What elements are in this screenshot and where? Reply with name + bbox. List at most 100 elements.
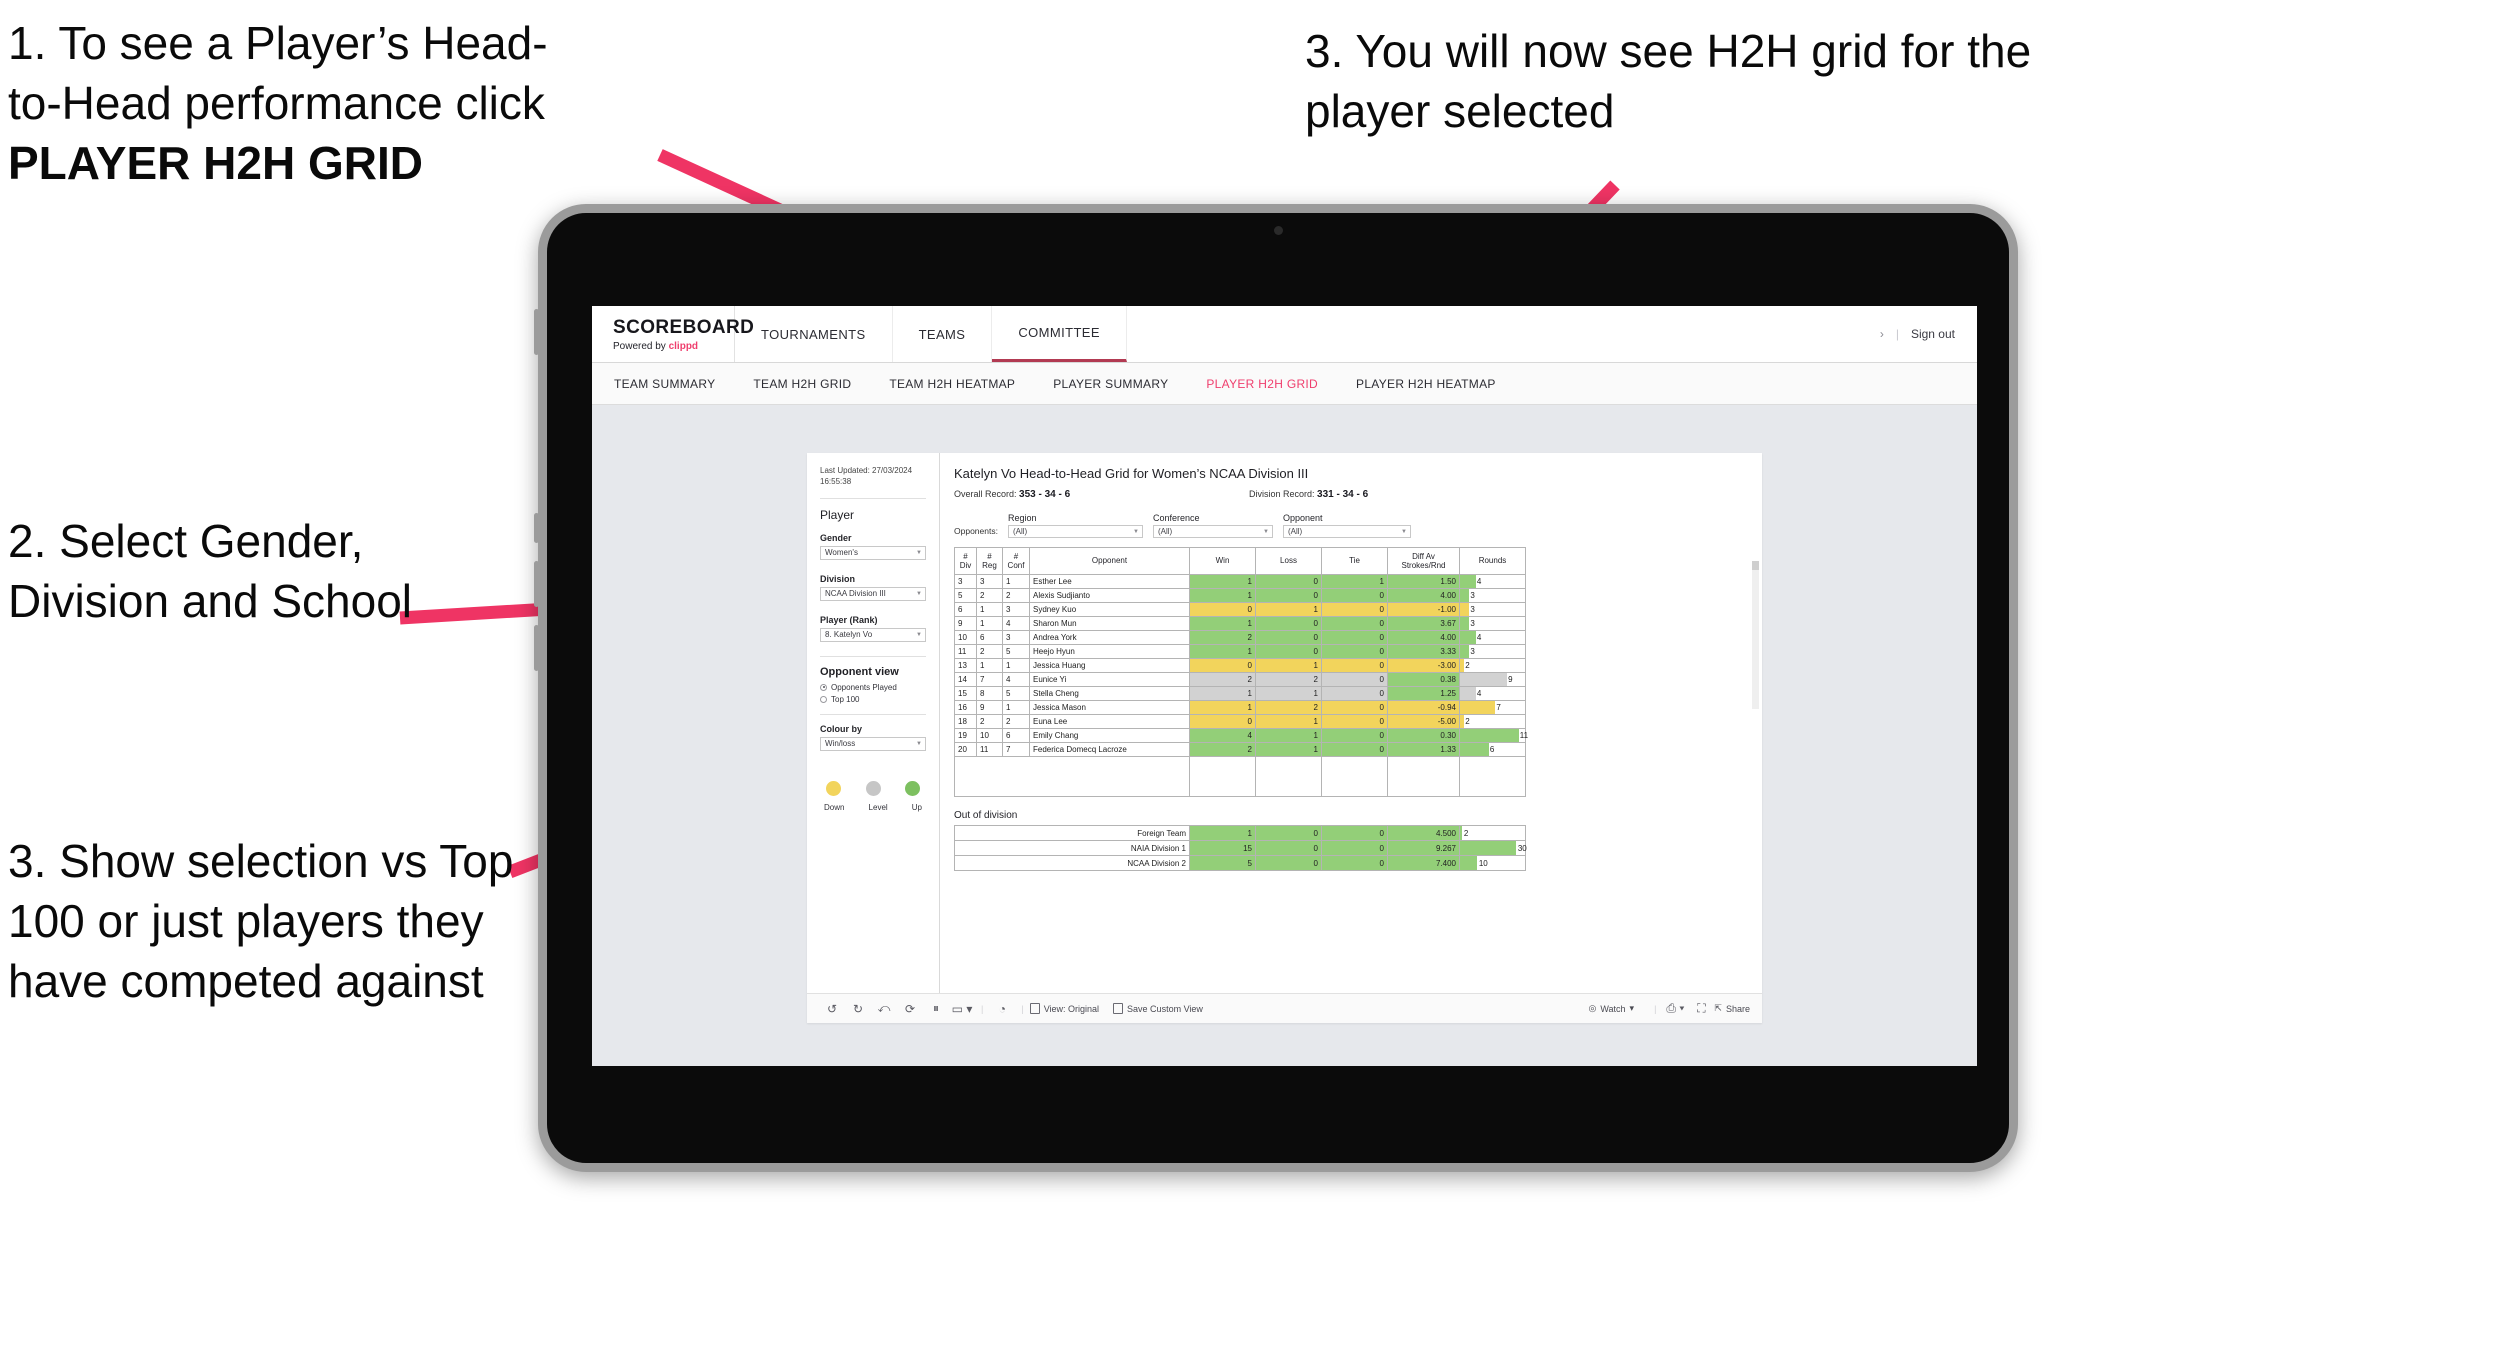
table-row[interactable]: 11 2 5 Heejo Hyun 1 0 0 3.33 3 bbox=[954, 644, 1526, 659]
cell-loss: 1 bbox=[1255, 602, 1322, 617]
pause-updates-icon[interactable]: ⏸ bbox=[923, 1001, 949, 1016]
radio-opponents-played[interactable]: Opponents Played bbox=[820, 683, 926, 692]
out-of-division-row[interactable]: NCAA Division 2 5 0 0 7.400 10 bbox=[954, 855, 1526, 871]
colour-by-select[interactable]: Win/loss ▼ bbox=[820, 736, 926, 751]
scrollbar-thumb[interactable] bbox=[1752, 561, 1759, 570]
cell-conf: 2 bbox=[1002, 714, 1030, 729]
tab-player-h2h-heatmap[interactable]: PLAYER H2H HEATMAP bbox=[1356, 377, 1496, 391]
cell-tie: 0 bbox=[1321, 602, 1388, 617]
nav-item-tournaments[interactable]: TOURNAMENTS bbox=[735, 306, 893, 362]
th-div-l1: # bbox=[963, 551, 968, 561]
rounds-value: 3 bbox=[1470, 591, 1475, 600]
cell-loss: 0 bbox=[1255, 588, 1322, 603]
save-custom-view-label: Save Custom View bbox=[1127, 1003, 1203, 1014]
rounds-bar bbox=[1460, 701, 1496, 714]
table-vertical-scrollbar[interactable] bbox=[1752, 561, 1759, 709]
division-select[interactable]: NCAA Division III ▼ bbox=[820, 586, 926, 601]
table-row[interactable]: 19 10 6 Emily Chang 4 1 0 0.30 11 bbox=[954, 728, 1528, 743]
th-win: Win bbox=[1189, 547, 1256, 575]
conference-select[interactable]: (All) ▼ bbox=[1152, 525, 1273, 538]
brand-logo[interactable]: SCOREBOARD Powered by clippd bbox=[592, 306, 754, 362]
cell-win: 1 bbox=[1189, 644, 1256, 659]
rounds-value: 4 bbox=[1476, 633, 1482, 642]
undo-icon[interactable]: ↺ bbox=[819, 1002, 845, 1016]
revert-icon[interactable]: ⤺ bbox=[871, 1001, 897, 1016]
cell-rounds: 4 bbox=[1459, 686, 1526, 701]
cell-rounds: 3 bbox=[1459, 616, 1526, 631]
table-row[interactable]: 16 9 1 Jessica Mason 1 2 0 -0.94 7 bbox=[954, 700, 1526, 715]
overall-record-value: 353 - 34 - 6 bbox=[1019, 489, 1071, 500]
cell-opponent: Stella Cheng bbox=[1029, 686, 1190, 701]
fullscreen-icon[interactable]: ⛶ bbox=[1688, 1001, 1714, 1016]
h2h-table-foot bbox=[954, 756, 1526, 797]
radio-on-icon bbox=[820, 683, 827, 691]
cell-win: 4 bbox=[1189, 728, 1256, 743]
division-record: Division Record: 331 - 34 - 6 bbox=[1249, 489, 1544, 500]
ood-cell-diff: 4.500 bbox=[1387, 825, 1460, 841]
gender-select[interactable]: Women's ▼ bbox=[820, 545, 926, 560]
table-row[interactable]: 9 1 4 Sharon Mun 1 0 0 3.67 3 bbox=[954, 616, 1526, 631]
opponent-filter: Opponent (All) ▼ bbox=[1282, 513, 1411, 538]
ood-cell-rounds: 30 bbox=[1459, 840, 1527, 856]
watch-button[interactable]: ◎ Watch ▾ bbox=[1589, 1003, 1635, 1014]
th-conf-l2: Conf bbox=[1007, 561, 1025, 570]
table-row[interactable]: 20 11 7 Federica Domecq Lacroze 2 1 0 1.33 6 bbox=[954, 742, 1526, 757]
table-row[interactable]: 5 2 2 Alexis Sudjianto 1 0 0 4.00 3 bbox=[954, 588, 1526, 603]
rounds-bar bbox=[1460, 673, 1507, 686]
tablet-side-button-2 bbox=[534, 513, 539, 543]
table-row[interactable]: 13 1 1 Jessica Huang 0 1 0 -3.00 2 bbox=[954, 658, 1526, 673]
region-select[interactable]: (All) ▼ bbox=[1007, 525, 1143, 538]
region-value: (All) bbox=[1012, 527, 1028, 536]
table-row[interactable]: 14 7 4 Eunice Yi 2 2 0 0.38 9 bbox=[954, 672, 1526, 687]
rounds-bar bbox=[1460, 645, 1470, 658]
player-rank-select[interactable]: 8. Katelyn Vo ▼ bbox=[820, 627, 926, 642]
cell-div: 5 bbox=[954, 588, 977, 603]
cell-div: 15 bbox=[954, 686, 977, 701]
chevron-down-icon: ▾ bbox=[1629, 1003, 1635, 1013]
redo-icon[interactable]: ↻ bbox=[845, 1002, 871, 1016]
out-of-division-title: Out of division bbox=[954, 810, 1018, 821]
tab-player-h2h-grid[interactable]: PLAYER H2H GRID bbox=[1206, 377, 1318, 391]
cell-loss: 0 bbox=[1255, 644, 1322, 659]
header-divider: | bbox=[1895, 327, 1899, 341]
tab-player-summary[interactable]: PLAYER SUMMARY bbox=[1053, 377, 1168, 391]
cell-reg: 9 bbox=[976, 700, 1003, 715]
save-custom-view-button[interactable]: Save Custom View bbox=[1113, 1003, 1203, 1014]
th-div-l2: Div bbox=[959, 561, 972, 570]
nav-item-committee[interactable]: COMMITTEE bbox=[992, 306, 1127, 362]
chevron-right-icon[interactable]: › bbox=[1880, 327, 1884, 341]
view-original-button[interactable]: View: Original bbox=[1029, 1003, 1099, 1014]
table-row[interactable]: 3 3 1 Esther Lee 1 0 1 1.50 4 bbox=[954, 574, 1526, 589]
division-record-value: 331 - 34 - 6 bbox=[1317, 489, 1369, 500]
download-icon[interactable]: ⎙ ▾ bbox=[1662, 1001, 1688, 1016]
refresh-data-icon[interactable]: ⟳ bbox=[897, 1002, 923, 1016]
table-row[interactable]: 15 8 5 Stella Cheng 1 1 0 1.25 4 bbox=[954, 686, 1526, 701]
out-of-division-row[interactable]: NAIA Division 1 15 0 0 9.267 30 bbox=[954, 840, 1527, 856]
table-row[interactable]: 6 1 3 Sydney Kuo 0 1 0 -1.00 3 bbox=[954, 602, 1526, 617]
table-header-row: # Div # Reg # Conf Opponent Win Loss Tie Di… bbox=[954, 547, 1526, 575]
device-preview-icon[interactable]: ◔ bbox=[989, 1002, 1015, 1016]
conference-filter: Conference (All) ▼ bbox=[1152, 513, 1273, 538]
cell-tie: 0 bbox=[1321, 686, 1388, 701]
tab-team-h2h-heatmap[interactable]: TEAM H2H HEATMAP bbox=[889, 377, 1015, 391]
tab-team-h2h-grid[interactable]: TEAM H2H GRID bbox=[753, 377, 851, 391]
share-button[interactable]: ⇱ Share bbox=[1714, 1003, 1750, 1014]
division-record-label: Division Record: bbox=[1249, 489, 1318, 499]
sign-out-link[interactable]: Sign out bbox=[1911, 327, 1955, 341]
rail-divider-1 bbox=[820, 497, 926, 499]
out-of-division-row[interactable]: Foreign Team 1 0 0 4.500 2 bbox=[954, 825, 1526, 841]
table-row[interactable]: 18 2 2 Euna Lee 0 1 0 -5.00 2 bbox=[954, 714, 1526, 729]
radio-top-100[interactable]: Top 100 bbox=[820, 695, 926, 704]
ood-cell-tie: 0 bbox=[1321, 825, 1388, 841]
tab-team-summary[interactable]: TEAM SUMMARY bbox=[614, 377, 715, 391]
rounds-value: 2 bbox=[1465, 661, 1470, 670]
cell-diff: 1.50 bbox=[1387, 574, 1460, 589]
conference-value: (All) bbox=[1157, 527, 1173, 536]
table-row[interactable]: 10 6 3 Andrea York 2 0 0 4.00 4 bbox=[954, 630, 1526, 645]
ood-cell-name: NCAA Division 2 bbox=[954, 855, 1190, 871]
cell-tie: 0 bbox=[1321, 630, 1388, 645]
opponent-select[interactable]: (All) ▼ bbox=[1282, 525, 1411, 538]
cell-div: 16 bbox=[954, 700, 977, 715]
chevron-down-icon[interactable]: ▭ ▾ bbox=[949, 1002, 975, 1016]
nav-item-teams[interactable]: TEAMS bbox=[893, 306, 993, 362]
